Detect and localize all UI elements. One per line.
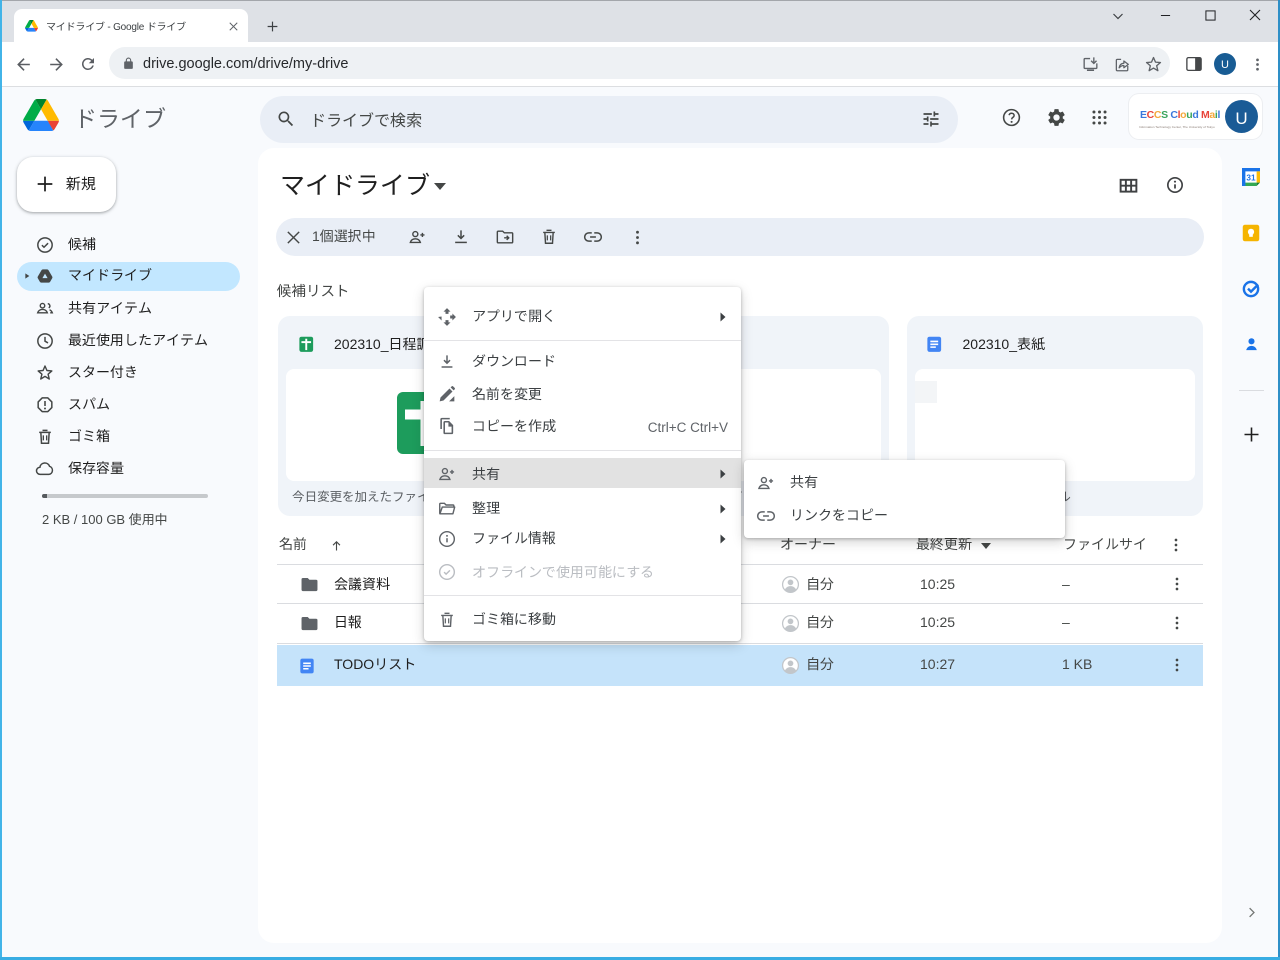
svg-text:31: 31 bbox=[1246, 174, 1256, 183]
